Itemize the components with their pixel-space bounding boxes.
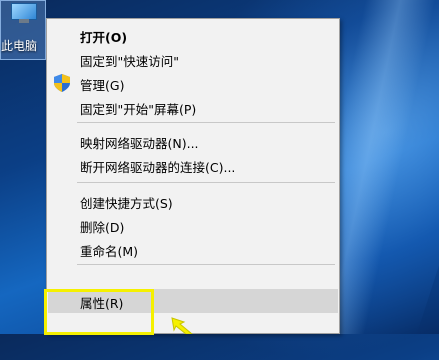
menu-item-label: 固定到"快速访问" xyxy=(80,54,179,69)
menu-item-label: 打开(O) xyxy=(80,30,128,45)
menu-item-disconnect-drive[interactable]: 断开网络驱动器的连接(C)... xyxy=(48,153,338,177)
menu-item-label: 映射网络驱动器(N)... xyxy=(80,136,199,151)
highlight-box xyxy=(44,289,154,335)
menu-item-label: 管理(G) xyxy=(80,78,125,93)
menu-item-label: 断开网络驱动器的连接(C)... xyxy=(80,160,236,175)
menu-item-label: 删除(D) xyxy=(80,220,125,235)
menu-item-label: 重命名(M) xyxy=(80,244,139,259)
menu-item-label: 固定到"开始"屏幕(P) xyxy=(80,102,197,117)
menu-separator xyxy=(77,122,335,123)
menu-item-label: 创建快捷方式(S) xyxy=(80,196,173,211)
menu-item-delete[interactable]: 删除(D) xyxy=(48,213,338,237)
context-menu: 打开(O) 固定到"快速访问" 管理(G) 固定到"开始"屏幕(P) 映射网络驱… xyxy=(46,18,340,334)
uac-shield-icon xyxy=(54,74,70,92)
arrow-pointer-icon xyxy=(171,317,193,334)
menu-item-pin-start[interactable]: 固定到"开始"屏幕(P) xyxy=(48,95,338,119)
menu-separator xyxy=(77,264,335,265)
menu-item-rename[interactable]: 重命名(M) xyxy=(48,237,338,261)
menu-item-open[interactable]: 打开(O) xyxy=(48,23,338,47)
desktop-icon-label: 此电脑 xyxy=(1,39,38,53)
this-pc-desktop-icon[interactable]: 此电脑 xyxy=(0,0,46,60)
menu-item-pin-quick-access[interactable]: 固定到"快速访问" xyxy=(48,47,338,71)
menu-item-create-shortcut[interactable]: 创建快捷方式(S) xyxy=(48,189,338,213)
menu-item-manage[interactable]: 管理(G) xyxy=(48,71,338,95)
menu-item-map-drive[interactable]: 映射网络驱动器(N)... xyxy=(48,129,338,153)
computer-icon xyxy=(9,3,39,25)
menu-separator xyxy=(77,182,335,183)
